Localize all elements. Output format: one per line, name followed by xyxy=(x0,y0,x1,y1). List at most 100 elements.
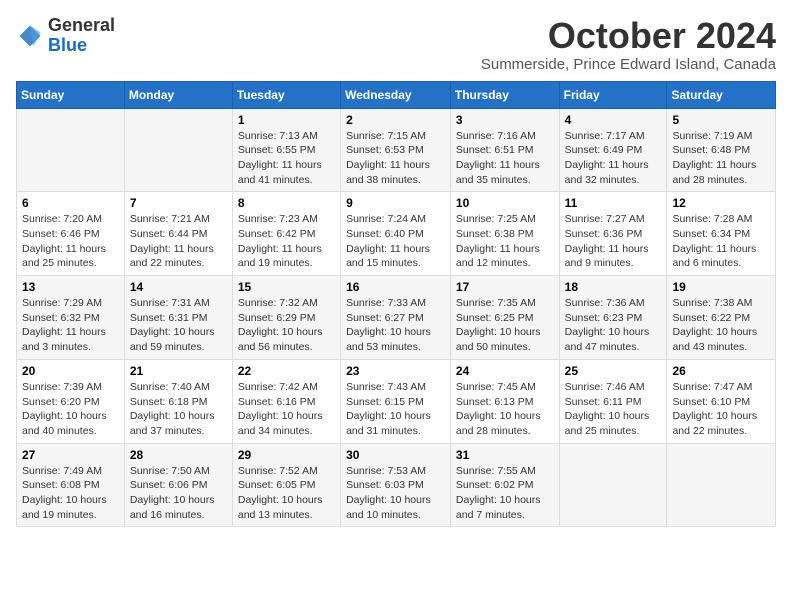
table-row: 20 Sunrise: 7:39 AM Sunset: 6:20 PM Dayli… xyxy=(17,359,125,443)
day-number: 20 xyxy=(22,364,119,378)
day-number: 15 xyxy=(238,280,335,294)
day-number: 13 xyxy=(22,280,119,294)
day-info: Sunrise: 7:28 AM Sunset: 6:34 PM Dayligh… xyxy=(672,212,770,271)
day-number: 22 xyxy=(238,364,335,378)
table-row: 8Sunrise: 7:23 AM Sunset: 6:42 PM Daylig… xyxy=(232,192,340,276)
table-row xyxy=(667,443,776,527)
logo-blue-text: Blue xyxy=(48,36,115,56)
day-info: Sunrise: 7:39 AM Sunset: 6:20 PM Dayligh… xyxy=(22,380,119,439)
calendar-week-row: 1 Sunrise: 7:13 AM Sunset: 6:55 PM Daylig… xyxy=(17,108,776,192)
table-row: 2 Sunrise: 7:15 AM Sunset: 6:53 PM Daylig… xyxy=(341,108,451,192)
month-title: October 2024 xyxy=(481,16,776,56)
table-row: 11Sunrise: 7:27 AM Sunset: 6:36 PM Dayli… xyxy=(559,192,667,276)
table-row: 25 Sunrise: 7:46 AM Sunset: 6:11 PM Dayli… xyxy=(559,359,667,443)
header-tuesday: Tuesday xyxy=(232,81,340,108)
header-sunday: Sunday xyxy=(17,81,125,108)
logo-general-text: General xyxy=(48,16,115,36)
day-info: Sunrise: 7:40 AM Sunset: 6:18 PM Dayligh… xyxy=(130,380,227,439)
table-row: 30 Sunrise: 7:53 AM Sunset: 6:03 PM Dayli… xyxy=(341,443,451,527)
table-row: 24Sunrise: 7:45 AM Sunset: 6:13 PM Dayli… xyxy=(450,359,559,443)
calendar-table: Sunday Monday Tuesday Wednesday Thursday… xyxy=(16,81,776,528)
day-info: Sunrise: 7:42 AM Sunset: 6:16 PM Dayligh… xyxy=(238,380,335,439)
table-row: 5 Sunrise: 7:19 AM Sunset: 6:48 PM Daylig… xyxy=(667,108,776,192)
header-friday: Friday xyxy=(559,81,667,108)
day-number: 30 xyxy=(346,448,445,462)
day-info: Sunrise: 7:38 AM Sunset: 6:22 PM Dayligh… xyxy=(672,296,770,355)
day-info: Sunrise: 7:20 AM Sunset: 6:46 PM Dayligh… xyxy=(22,212,119,271)
day-number: 6 xyxy=(22,196,119,210)
calendar-week-row: 6 Sunrise: 7:20 AM Sunset: 6:46 PM Daylig… xyxy=(17,192,776,276)
day-info: Sunrise: 7:25 AM Sunset: 6:38 PM Dayligh… xyxy=(456,212,554,271)
day-info: Sunrise: 7:49 AM Sunset: 6:08 PM Dayligh… xyxy=(22,464,119,523)
table-row: 31 Sunrise: 7:55 AM Sunset: 6:02 PM Dayli… xyxy=(450,443,559,527)
table-row: 23Sunrise: 7:43 AM Sunset: 6:15 PM Dayli… xyxy=(341,359,451,443)
table-row: 7Sunrise: 7:21 AM Sunset: 6:44 PM Daylig… xyxy=(124,192,232,276)
day-number: 19 xyxy=(672,280,770,294)
calendar-week-row: 13Sunrise: 7:29 AM Sunset: 6:32 PM Dayli… xyxy=(17,276,776,360)
table-row xyxy=(17,108,125,192)
day-info: Sunrise: 7:50 AM Sunset: 6:06 PM Dayligh… xyxy=(130,464,227,523)
day-info: Sunrise: 7:55 AM Sunset: 6:02 PM Dayligh… xyxy=(456,464,554,523)
day-number: 12 xyxy=(672,196,770,210)
day-info: Sunrise: 7:19 AM Sunset: 6:48 PM Dayligh… xyxy=(672,129,770,188)
day-info: Sunrise: 7:17 AM Sunset: 6:49 PM Dayligh… xyxy=(565,129,662,188)
day-info: Sunrise: 7:24 AM Sunset: 6:40 PM Dayligh… xyxy=(346,212,445,271)
day-number: 2 xyxy=(346,113,445,127)
title-block: October 2024 Summerside, Prince Edward I… xyxy=(481,16,776,73)
table-row: 9Sunrise: 7:24 AM Sunset: 6:40 PM Daylig… xyxy=(341,192,451,276)
day-number: 11 xyxy=(565,196,662,210)
day-number: 16 xyxy=(346,280,445,294)
day-number: 10 xyxy=(456,196,554,210)
header-saturday: Saturday xyxy=(667,81,776,108)
logo: General Blue xyxy=(16,16,115,56)
table-row: 28 Sunrise: 7:50 AM Sunset: 6:06 PM Dayli… xyxy=(124,443,232,527)
calendar-week-row: 20 Sunrise: 7:39 AM Sunset: 6:20 PM Dayli… xyxy=(17,359,776,443)
day-number: 14 xyxy=(130,280,227,294)
day-number: 3 xyxy=(456,113,554,127)
table-row: 27 Sunrise: 7:49 AM Sunset: 6:08 PM Dayli… xyxy=(17,443,125,527)
table-row: 1 Sunrise: 7:13 AM Sunset: 6:55 PM Daylig… xyxy=(232,108,340,192)
day-info: Sunrise: 7:13 AM Sunset: 6:55 PM Dayligh… xyxy=(238,129,335,188)
table-row: 26Sunrise: 7:47 AM Sunset: 6:10 PM Dayli… xyxy=(667,359,776,443)
day-number: 17 xyxy=(456,280,554,294)
table-row: 10 Sunrise: 7:25 AM Sunset: 6:38 PM Dayli… xyxy=(450,192,559,276)
logo-text: General Blue xyxy=(48,16,115,56)
table-row: 4 Sunrise: 7:17 AM Sunset: 6:49 PM Daylig… xyxy=(559,108,667,192)
location-subtitle: Summerside, Prince Edward Island, Canada xyxy=(481,56,776,73)
header-wednesday: Wednesday xyxy=(341,81,451,108)
table-row: 21Sunrise: 7:40 AM Sunset: 6:18 PM Dayli… xyxy=(124,359,232,443)
day-number: 25 xyxy=(565,364,662,378)
day-number: 8 xyxy=(238,196,335,210)
table-row xyxy=(124,108,232,192)
day-number: 28 xyxy=(130,448,227,462)
day-info: Sunrise: 7:43 AM Sunset: 6:15 PM Dayligh… xyxy=(346,380,445,439)
calendar-header: Sunday Monday Tuesday Wednesday Thursday… xyxy=(17,81,776,108)
day-info: Sunrise: 7:32 AM Sunset: 6:29 PM Dayligh… xyxy=(238,296,335,355)
day-info: Sunrise: 7:35 AM Sunset: 6:25 PM Dayligh… xyxy=(456,296,554,355)
day-number: 5 xyxy=(672,113,770,127)
table-row: 13Sunrise: 7:29 AM Sunset: 6:32 PM Dayli… xyxy=(17,276,125,360)
day-number: 1 xyxy=(238,113,335,127)
page-header: General Blue October 2024 Summerside, Pr… xyxy=(16,16,776,73)
day-number: 26 xyxy=(672,364,770,378)
day-info: Sunrise: 7:53 AM Sunset: 6:03 PM Dayligh… xyxy=(346,464,445,523)
day-info: Sunrise: 7:15 AM Sunset: 6:53 PM Dayligh… xyxy=(346,129,445,188)
table-row: 29 Sunrise: 7:52 AM Sunset: 6:05 PM Dayli… xyxy=(232,443,340,527)
table-row: 19 Sunrise: 7:38 AM Sunset: 6:22 PM Dayli… xyxy=(667,276,776,360)
day-number: 27 xyxy=(22,448,119,462)
day-number: 4 xyxy=(565,113,662,127)
table-row: 22 Sunrise: 7:42 AM Sunset: 6:16 PM Dayli… xyxy=(232,359,340,443)
day-info: Sunrise: 7:45 AM Sunset: 6:13 PM Dayligh… xyxy=(456,380,554,439)
day-info: Sunrise: 7:16 AM Sunset: 6:51 PM Dayligh… xyxy=(456,129,554,188)
calendar-body: 1 Sunrise: 7:13 AM Sunset: 6:55 PM Daylig… xyxy=(17,108,776,527)
day-number: 29 xyxy=(238,448,335,462)
day-info: Sunrise: 7:31 AM Sunset: 6:31 PM Dayligh… xyxy=(130,296,227,355)
day-number: 31 xyxy=(456,448,554,462)
table-row: 14 Sunrise: 7:31 AM Sunset: 6:31 PM Dayli… xyxy=(124,276,232,360)
calendar-week-row: 27 Sunrise: 7:49 AM Sunset: 6:08 PM Dayli… xyxy=(17,443,776,527)
day-number: 18 xyxy=(565,280,662,294)
table-row: 12 Sunrise: 7:28 AM Sunset: 6:34 PM Dayli… xyxy=(667,192,776,276)
day-info: Sunrise: 7:46 AM Sunset: 6:11 PM Dayligh… xyxy=(565,380,662,439)
day-info: Sunrise: 7:36 AM Sunset: 6:23 PM Dayligh… xyxy=(565,296,662,355)
day-info: Sunrise: 7:52 AM Sunset: 6:05 PM Dayligh… xyxy=(238,464,335,523)
